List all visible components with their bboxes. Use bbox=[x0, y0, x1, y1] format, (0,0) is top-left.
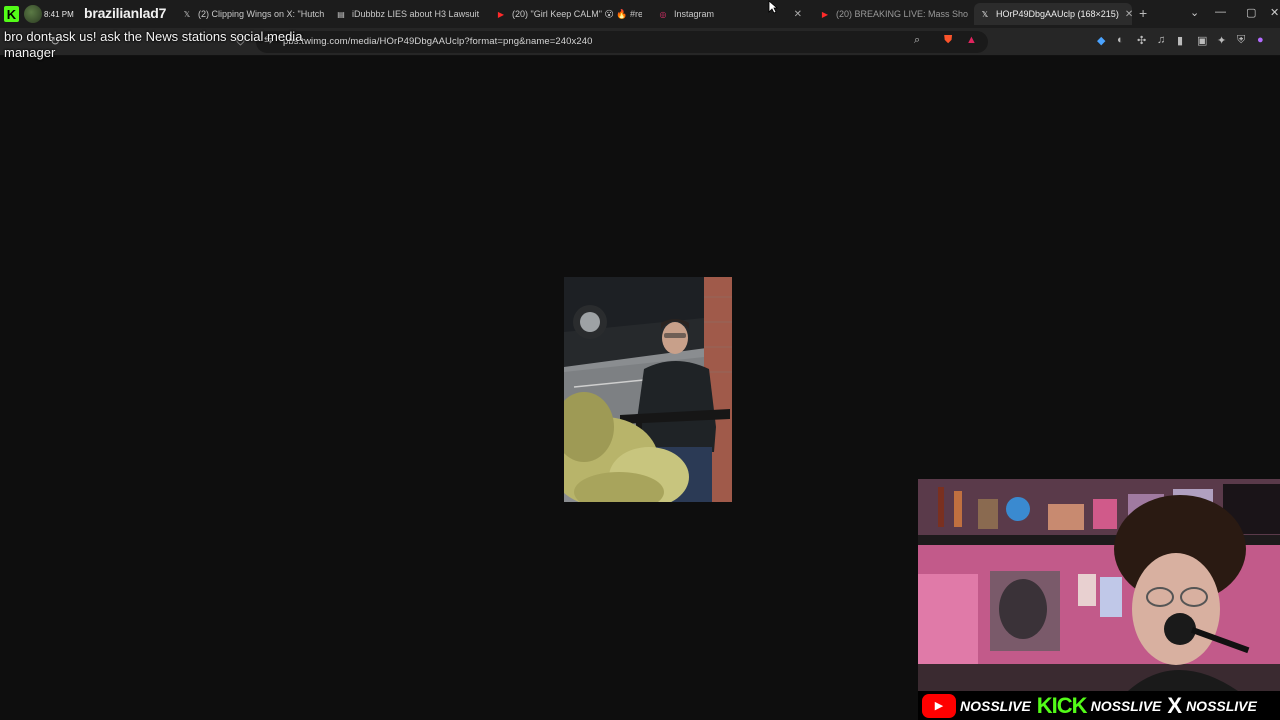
chat-message: bro dont ask us! ask the News stations s… bbox=[4, 29, 303, 60]
youtube-handle: ▶ NOSSLIVE bbox=[922, 693, 1031, 718]
social-handles-bar: ▶ NOSSLIVE KICK NOSSLIVE X NOSSLIVE bbox=[918, 691, 1280, 720]
kick-logo: KICK bbox=[1036, 692, 1088, 718]
browser-tab-active[interactable]: 𝕏 HOrP49DbgAAUclp (168×215) ✕ bbox=[974, 3, 1132, 25]
browser-tab-strip: 𝕏 (2) Clipping Wings on X: "Hutch cha ▤ … bbox=[0, 0, 1280, 28]
close-tab-icon[interactable]: ✕ bbox=[1125, 9, 1132, 20]
x-handle-text: NOSSLIVE bbox=[1186, 697, 1257, 714]
youtube-logo-icon: ▶ bbox=[922, 693, 956, 718]
wallet-icon[interactable]: ◆ bbox=[1097, 34, 1105, 47]
tab-title: iDubbbz LIES about H3 Lawsuit | ED bbox=[352, 9, 482, 19]
document-icon: ▤ bbox=[337, 9, 345, 19]
browser-tab[interactable]: ▶ (20) BREAKING LIVE: Mass Shooting bbox=[814, 3, 968, 25]
wallet-card-icon[interactable]: ▣ bbox=[1197, 34, 1207, 47]
brave-shield-icon[interactable]: ⛊ bbox=[944, 34, 952, 47]
extension-icon[interactable]: ◐ bbox=[1117, 34, 1124, 46]
x-handle: X NOSSLIVE bbox=[1167, 693, 1256, 719]
music-icon[interactable]: ♫ bbox=[1157, 34, 1165, 46]
restore-icon[interactable]: ▢ bbox=[1246, 6, 1256, 19]
youtube-icon: ▶ bbox=[821, 9, 829, 19]
x-logo-icon: X bbox=[1167, 692, 1183, 718]
media-image[interactable] bbox=[564, 277, 732, 502]
tab-title: (20) BREAKING LIVE: Mass Shooting bbox=[836, 9, 968, 19]
kick-badge: K bbox=[4, 6, 19, 22]
browser-tab[interactable]: ▤ iDubbbz LIES about H3 Lawsuit | ED bbox=[330, 3, 482, 25]
browser-tab[interactable]: ▶ (20) "Girl Keep CALM" 😮 🔥 #real # bbox=[490, 3, 642, 25]
leo-icon[interactable]: ✦ bbox=[1217, 34, 1226, 47]
x-icon: 𝕏 bbox=[183, 9, 191, 19]
tab-title: Instagram bbox=[674, 9, 715, 19]
kick-handle: KICK NOSSLIVE bbox=[1037, 693, 1162, 719]
browser-tab[interactable]: ◎ Instagram ✕ bbox=[652, 3, 808, 25]
tab-title: (20) "Girl Keep CALM" 😮 🔥 #real # bbox=[512, 8, 642, 19]
youtube-icon: ▶ bbox=[497, 9, 505, 19]
webcam-feed bbox=[918, 479, 1280, 691]
new-tab-button[interactable]: + bbox=[1139, 5, 1147, 21]
tab-title: HOrP49DbgAAUclp (168×215) bbox=[996, 9, 1119, 19]
chat-username: brazilianlad7 bbox=[84, 5, 167, 21]
sidebar-icon[interactable]: ▮ bbox=[1177, 34, 1183, 47]
url-text[interactable]: pbs.twimg.com/media/HOrP49DbgAAUclp?form… bbox=[283, 36, 593, 47]
chat-timestamp: 8:41 PM bbox=[44, 10, 74, 19]
profile-icon[interactable]: ● bbox=[1257, 34, 1264, 46]
chat-avatar bbox=[24, 5, 42, 23]
streamer-webcam-image bbox=[918, 479, 1280, 691]
tab-search-icon[interactable]: ⌄ bbox=[1190, 6, 1199, 19]
zoom-icon[interactable]: ⌕ bbox=[914, 34, 920, 47]
vpn-icon[interactable]: ⛨ bbox=[1237, 34, 1245, 47]
tab-title: (2) Clipping Wings on X: "Hutch cha bbox=[198, 9, 324, 19]
brave-rewards-icon[interactable]: ▲ bbox=[966, 34, 977, 46]
instagram-icon: ◎ bbox=[659, 9, 667, 19]
puzzle-icon[interactable]: ✣ bbox=[1137, 34, 1146, 47]
youtube-handle-text: NOSSLIVE bbox=[960, 697, 1031, 714]
browser-tab[interactable]: 𝕏 (2) Clipping Wings on X: "Hutch cha bbox=[176, 3, 324, 25]
close-tab-icon[interactable]: ✕ bbox=[794, 9, 802, 20]
minimize-icon[interactable]: — bbox=[1215, 6, 1226, 18]
mouse-cursor-icon bbox=[768, 0, 778, 14]
photo-man-with-rifle bbox=[564, 277, 732, 502]
close-window-icon[interactable]: ✕ bbox=[1270, 6, 1279, 19]
kick-handle-text: NOSSLIVE bbox=[1090, 697, 1162, 714]
x-icon: 𝕏 bbox=[981, 9, 989, 19]
